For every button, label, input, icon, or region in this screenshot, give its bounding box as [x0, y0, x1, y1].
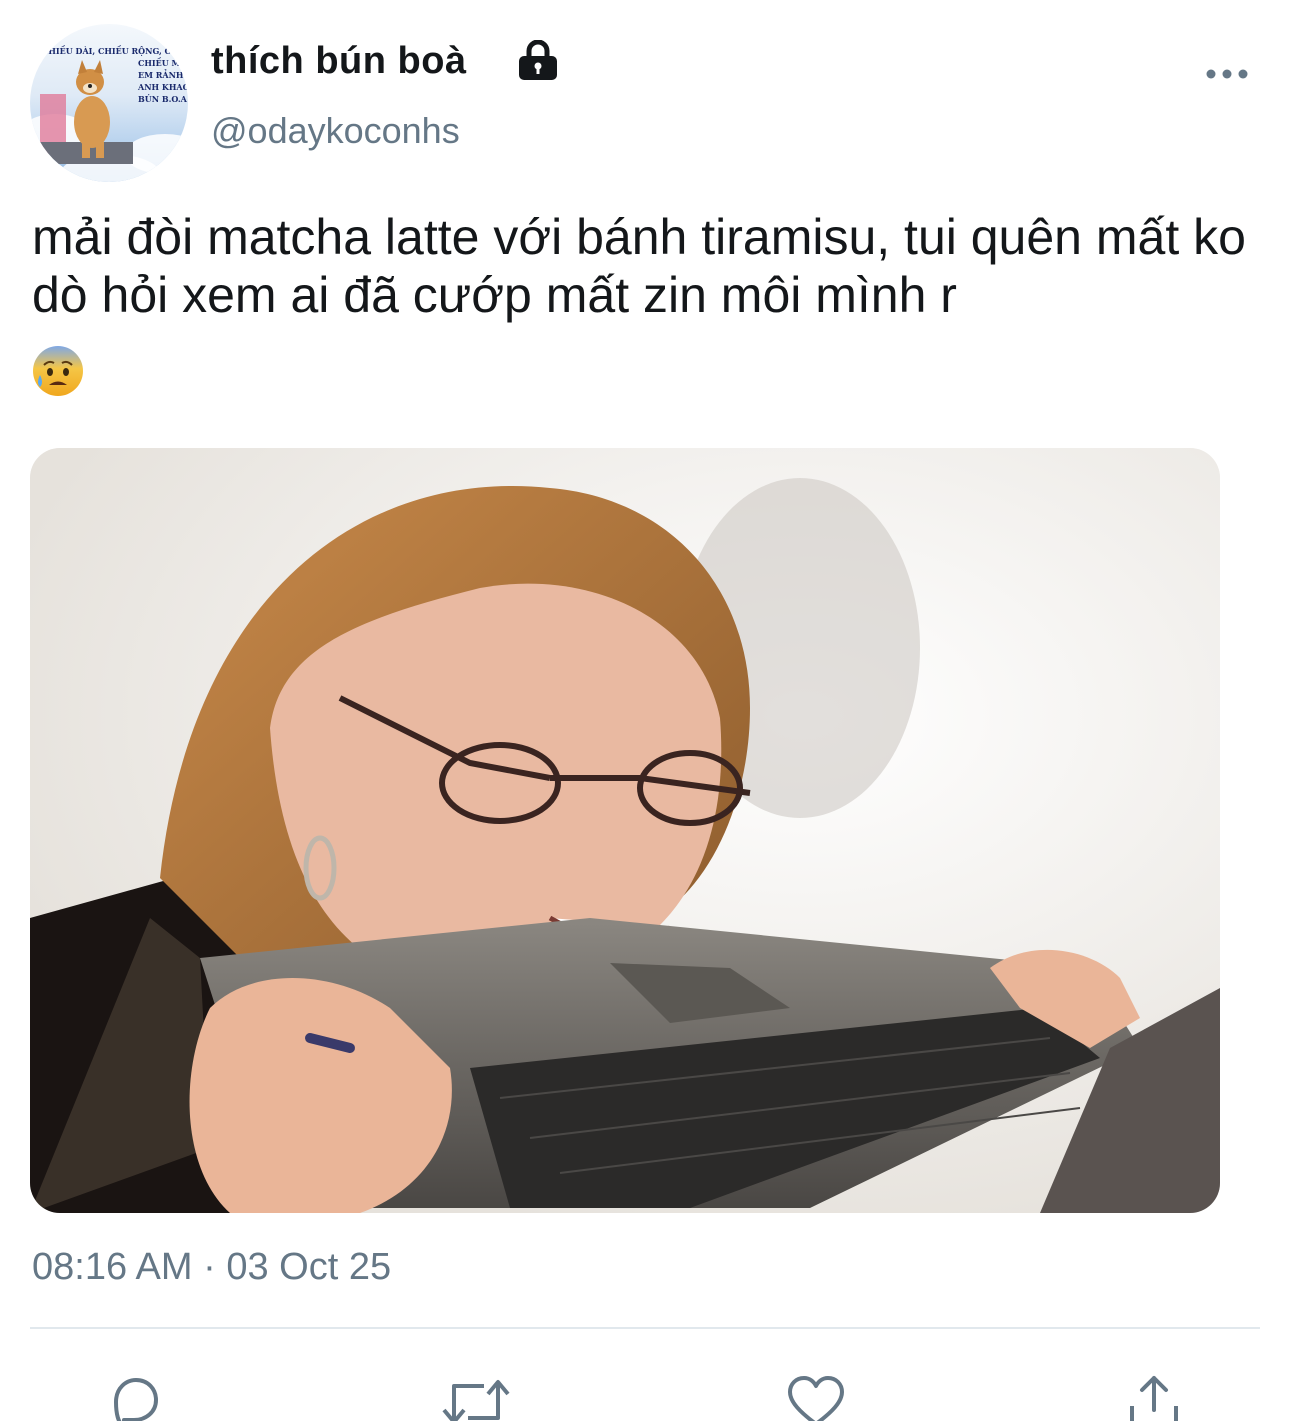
- heart-icon: [788, 1376, 844, 1421]
- reply-icon: [114, 1378, 158, 1421]
- display-name[interactable]: thích bún boà: [211, 40, 467, 83]
- avatar-caption-line: CHIỀU DÀI, CHIỀU RỘNG, CHIỀU C: [42, 46, 188, 56]
- share-icon: [1130, 1376, 1178, 1421]
- tweet-media-image[interactable]: [30, 448, 1220, 1213]
- anxious-face-with-sweat-icon: [33, 346, 83, 396]
- share-button[interactable]: [1124, 1372, 1184, 1421]
- tweet-timestamp[interactable]: 08:16 AM · 03 Oct 25: [32, 1246, 391, 1289]
- retweet-button[interactable]: [440, 1372, 512, 1421]
- retweet-icon: [442, 1380, 510, 1421]
- avatar[interactable]: CHIỀU DÀI, CHIỀU RỘNG, CHIỀU C CHIỀU MA …: [30, 24, 188, 182]
- meme-photo: [30, 448, 1220, 1213]
- avatar-caption-line: EM RẢNH?: [138, 70, 188, 80]
- user-handle[interactable]: @odaykoconhs: [211, 110, 460, 152]
- more-horizontal-icon[interactable]: [1206, 68, 1248, 80]
- avatar-caption-line: ANH KHAO: [138, 82, 188, 92]
- tweet-text: mải đòi matcha latte với bánh tiramisu, …: [32, 209, 1246, 323]
- divider: [30, 1327, 1260, 1329]
- reply-button[interactable]: [104, 1372, 164, 1421]
- lock-icon: [519, 40, 557, 80]
- like-button[interactable]: [786, 1372, 846, 1421]
- avatar-caption-line: BÚN B.O.A: [138, 94, 187, 104]
- avatar-caption-line: CHIỀU MA: [138, 58, 187, 68]
